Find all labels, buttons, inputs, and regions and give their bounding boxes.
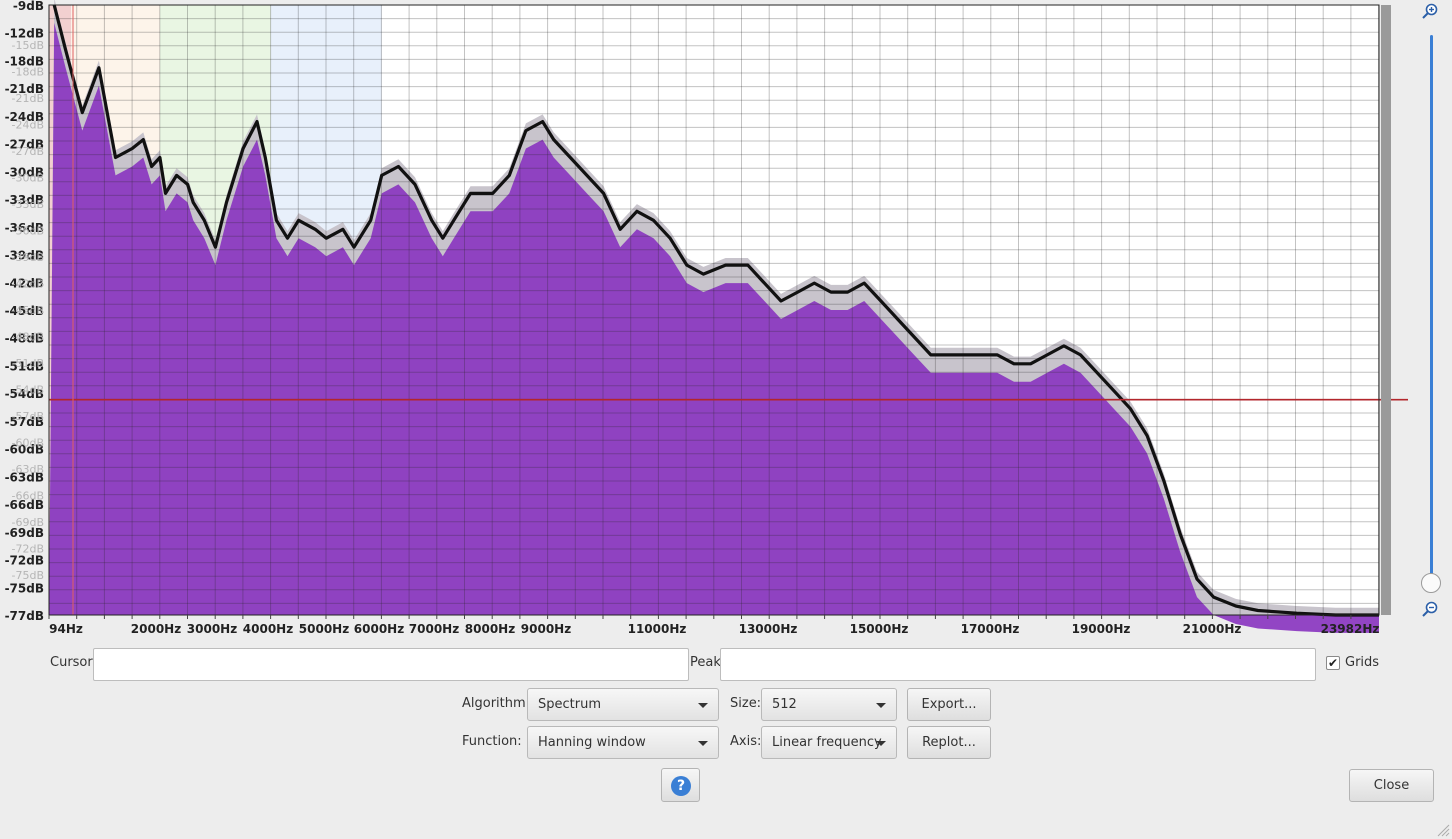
zoom-slider-handle[interactable] [1421,573,1441,593]
x-tick-label: 4000Hz [243,622,293,636]
size-value: 512 [772,697,797,712]
help-icon: ? [671,776,691,796]
y-tick-label-minor: -45dB [12,304,45,317]
x-tick-label: 13000Hz [739,622,798,636]
y-tick-label-minor: -21dB [12,92,45,105]
y-tick-label-minor: -54dB [12,384,45,397]
x-tick-label: 2000Hz [131,622,181,636]
x-tick-label: 94Hz [49,622,83,636]
x-tick-label: 6000Hz [354,622,404,636]
y-tick-label-minor: -63dB [12,463,45,476]
spectrum-plot[interactable]: -9dB-12dB-18dB-21dB-24dB-27dB-30dB-33dB-… [0,0,1452,640]
y-tick-label-minor: -18dB [12,65,45,78]
zoom-in-icon[interactable] [1422,3,1438,19]
close-button[interactable]: Close [1349,769,1434,802]
chevron-down-icon [876,703,886,708]
function-value: Hanning window [538,735,646,750]
x-tick-label: 19000Hz [1072,622,1131,636]
y-tick-label-minor: -39dB [12,251,45,264]
y-tick-label: -75dB [5,581,44,595]
y-tick-label-minor: -36dB [12,224,45,237]
help-button[interactable]: ? [661,768,700,802]
y-tick-label-minor: -72dB [12,543,45,556]
x-tick-label: 9000Hz [521,622,571,636]
resize-grip-icon[interactable] [1436,823,1450,837]
chevron-down-icon [698,741,708,746]
y-tick-label-minor: -24dB [12,118,45,131]
x-tick-label: 23982Hz [1321,622,1380,636]
y-tick-label-minor: -51dB [12,357,45,370]
y-tick-label: -77dB [5,609,44,623]
algorithm-value: Spectrum [538,697,601,712]
y-tick-label-minor: -42dB [12,277,45,290]
x-tick-label: 3000Hz [187,622,237,636]
grids-label: Grids [1345,655,1380,670]
grids-checkbox[interactable]: ✔ [1326,656,1340,670]
axis-select[interactable]: Linear frequency [761,726,897,759]
cursor-label: Cursor: [50,655,97,670]
axis-label: Axis: [730,734,762,749]
x-tick-label: 21000Hz [1183,622,1242,636]
x-tick-label: 8000Hz [465,622,515,636]
function-select[interactable]: Hanning window [527,726,719,759]
replot-button[interactable]: Replot... [907,726,991,759]
y-tick-label-minor: -15dB [12,39,45,52]
y-tick-label: -9dB [13,0,44,13]
zoom-out-icon[interactable] [1422,601,1438,617]
y-tick-label-minor: -27dB [12,145,45,158]
y-tick-label-minor: -66dB [12,490,45,503]
chevron-down-icon [876,741,886,746]
x-tick-label: 7000Hz [409,622,459,636]
y-tick-label-minor: -69dB [12,516,45,529]
x-tick-label: 15000Hz [850,622,909,636]
chevron-down-icon [698,703,708,708]
x-tick-label: 5000Hz [299,622,349,636]
function-label: Function: [462,734,522,749]
axis-value: Linear frequency [772,735,882,750]
y-tick-label-minor: -33dB [12,198,45,211]
zoom-slider-track[interactable] [1430,35,1433,580]
y-tick-label-minor: -60dB [12,437,45,450]
cursor-field[interactable] [93,648,689,681]
y-tick-label-minor: -30dB [12,171,45,184]
x-tick-label: 17000Hz [961,622,1020,636]
size-select[interactable]: 512 [761,688,897,721]
y-tick-label-minor: -75dB [12,569,45,582]
size-label: Size: [730,696,762,711]
x-tick-label: 11000Hz [628,622,687,636]
algorithm-label: Algorithm: [462,696,531,711]
y-tick-label-minor: -48dB [12,331,45,344]
y-tick-label-minor: -57dB [12,410,45,423]
peak-field[interactable] [720,648,1316,681]
algorithm-select[interactable]: Spectrum [527,688,719,721]
export-button[interactable]: Export... [907,688,991,721]
vertical-scrollbar [1381,5,1391,615]
